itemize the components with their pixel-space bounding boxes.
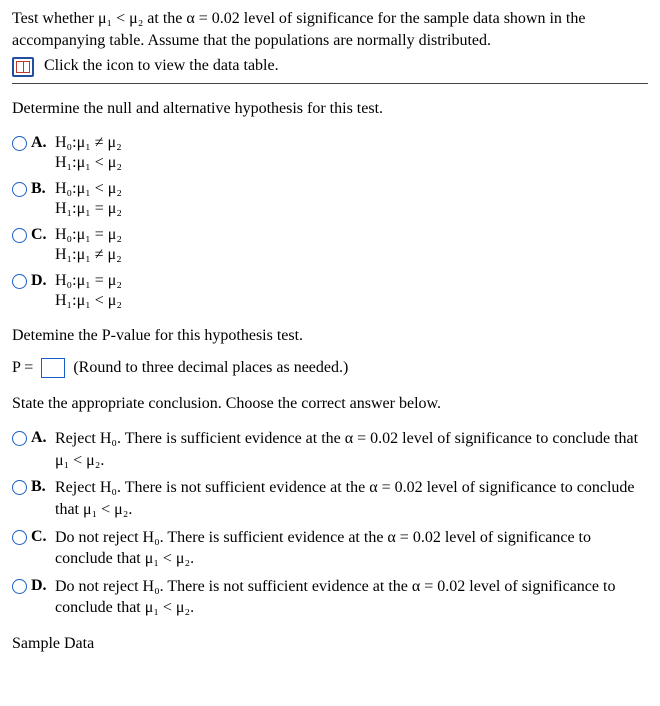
option-letter: B.: [31, 178, 55, 200]
radio-icon[interactable]: [12, 274, 27, 289]
radio-icon[interactable]: [12, 530, 27, 545]
radio-icon[interactable]: [12, 228, 27, 243]
option-text: Reject H₀. There is sufficient evidence …: [55, 428, 648, 471]
option-letter: C.: [31, 526, 55, 548]
q3-option-c[interactable]: C. Do not reject H₀. There is sufficient…: [12, 527, 648, 570]
option-letter: A.: [31, 427, 55, 449]
option-text: Do not reject H₀. There is sufficient ev…: [55, 527, 648, 570]
option-text: H₀:μ₁ = μ₂ H₁:μ₁ < μ₂: [55, 271, 648, 311]
q1-option-c[interactable]: C. H₀:μ₁ = μ₂ H₁:μ₁ ≠ μ₂: [12, 225, 648, 265]
sample-data-heading: Sample Data: [12, 633, 648, 655]
data-table-icon[interactable]: [12, 57, 34, 77]
option-letter: D.: [31, 270, 55, 292]
radio-icon[interactable]: [12, 182, 27, 197]
option-letter: D.: [31, 575, 55, 597]
q3-option-d[interactable]: D. Do not reject H₀. There is not suffic…: [12, 576, 648, 619]
view-data-link[interactable]: Click the icon to view the data table.: [44, 57, 279, 74]
q3-prompt: State the appropriate conclusion. Choose…: [12, 393, 648, 415]
radio-icon[interactable]: [12, 136, 27, 151]
radio-icon[interactable]: [12, 480, 27, 495]
q1-prompt: Determine the null and alternative hypot…: [12, 98, 648, 120]
option-text: H₀:μ₁ = μ₂ H₁:μ₁ ≠ μ₂: [55, 225, 648, 265]
q3-option-a[interactable]: A. Reject H₀. There is sufficient eviden…: [12, 428, 648, 471]
option-text: Reject H₀. There is not sufficient evide…: [55, 477, 648, 520]
q3-option-b[interactable]: B. Reject H₀. There is not sufficient ev…: [12, 477, 648, 520]
q1-option-a[interactable]: A. H₀:μ₁ ≠ μ₂ H₁:μ₁ < μ₂: [12, 133, 648, 173]
option-text: H₀:μ₁ < μ₂ H₁:μ₁ = μ₂: [55, 179, 648, 219]
option-letter: C.: [31, 224, 55, 246]
radio-icon[interactable]: [12, 431, 27, 446]
option-text: H₀:μ₁ ≠ μ₂ H₁:μ₁ < μ₂: [55, 133, 648, 173]
option-text: Do not reject H₀. There is not sufficien…: [55, 576, 648, 619]
question-intro: Test whether μ₁ < μ₂ at the α = 0.02 lev…: [12, 8, 648, 51]
option-letter: A.: [31, 132, 55, 154]
p-equals-label: P =: [12, 359, 33, 376]
option-letter: B.: [31, 476, 55, 498]
radio-icon[interactable]: [12, 579, 27, 594]
q2-prompt: Detemine the P-value for this hypothesis…: [12, 325, 648, 347]
p-value-input[interactable]: [41, 358, 65, 378]
q1-option-d[interactable]: D. H₀:μ₁ = μ₂ H₁:μ₁ < μ₂: [12, 271, 648, 311]
p-value-hint: (Round to three decimal places as needed…: [73, 359, 348, 376]
q1-option-b[interactable]: B. H₀:μ₁ < μ₂ H₁:μ₁ = μ₂: [12, 179, 648, 219]
